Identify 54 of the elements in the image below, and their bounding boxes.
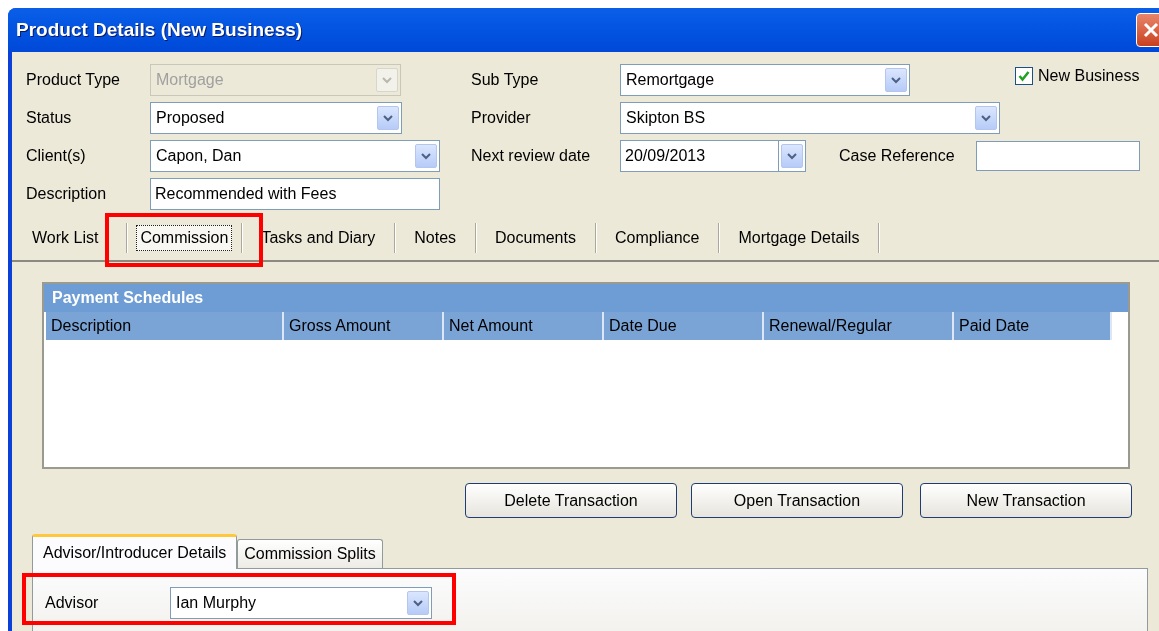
- dropdown[interactable]: Capon, Dan: [150, 140, 440, 172]
- tab[interactable]: Work List: [26, 226, 127, 250]
- tab[interactable]: Commission Splits: [237, 539, 383, 568]
- tab[interactable]: Advisor/Introducer Details: [32, 534, 238, 569]
- button[interactable]: Open Transaction: [691, 483, 903, 518]
- chevron-down-icon: [787, 152, 797, 160]
- tab[interactable]: Commission: [136, 225, 233, 251]
- dropdown-arrow-button[interactable]: [377, 106, 399, 130]
- dropdown[interactable]: Skipton BS: [620, 102, 1000, 134]
- tab[interactable]: Documents: [476, 226, 595, 250]
- field-label: Product Type: [26, 70, 121, 90]
- window-title: Product Details (New Business): [16, 17, 303, 42]
- field-label: Provider: [471, 108, 532, 128]
- chevron-down-icon: [382, 76, 392, 84]
- chevron-down-icon: [413, 599, 423, 607]
- date-picker[interactable]: 20/09/2013: [620, 140, 806, 172]
- column-header[interactable]: Renewal/Regular: [764, 312, 954, 340]
- button[interactable]: Delete Transaction: [465, 483, 677, 518]
- column-header[interactable]: Date Due: [604, 312, 764, 340]
- dropdown-arrow-button[interactable]: [975, 106, 997, 130]
- chevron-down-icon: [981, 114, 991, 122]
- column-header[interactable]: Paid Date: [954, 312, 1112, 340]
- close-icon: [1142, 21, 1159, 39]
- tab[interactable]: Notes: [395, 226, 476, 250]
- field-label: Status: [26, 108, 73, 128]
- tab[interactable]: Tasks and Diary: [242, 226, 395, 250]
- chevron-down-icon: [891, 76, 901, 84]
- tab[interactable]: Compliance: [595, 226, 719, 250]
- close-button[interactable]: [1136, 13, 1159, 47]
- dropdown[interactable]: Remortgage: [620, 64, 910, 96]
- checkbox-label: New Business: [1038, 66, 1140, 86]
- button[interactable]: New Transaction: [920, 483, 1132, 518]
- chevron-down-icon: [421, 152, 431, 160]
- dropdown-arrow-button[interactable]: [407, 591, 429, 615]
- checkbox[interactable]: [1015, 67, 1033, 85]
- input-field[interactable]: Recommended with Fees: [150, 178, 440, 210]
- dropdown[interactable]: Proposed: [150, 102, 402, 134]
- column-header[interactable]: Net Amount: [444, 312, 604, 340]
- panel-header: Payment Schedules: [44, 284, 1128, 312]
- chevron-down-icon: [383, 114, 393, 122]
- field-label: Advisor: [45, 593, 100, 613]
- input-field[interactable]: [976, 141, 1140, 171]
- field-label: Client(s): [26, 146, 87, 166]
- column-header[interactable]: Description: [46, 312, 284, 340]
- dropdown-arrow-button[interactable]: [885, 68, 907, 92]
- dropdown-arrow-button[interactable]: [415, 144, 437, 168]
- dropdown[interactable]: Ian Murphy: [170, 587, 432, 619]
- field-label: Case Reference: [839, 146, 956, 166]
- tab[interactable]: Mortgage Details: [719, 226, 879, 250]
- field-label: Next review date: [471, 146, 592, 166]
- dropdown-arrow-button[interactable]: [781, 144, 803, 168]
- field-label: Description: [26, 184, 108, 204]
- column-header[interactable]: Gross Amount: [284, 312, 444, 340]
- field-label: Sub Type: [471, 70, 540, 90]
